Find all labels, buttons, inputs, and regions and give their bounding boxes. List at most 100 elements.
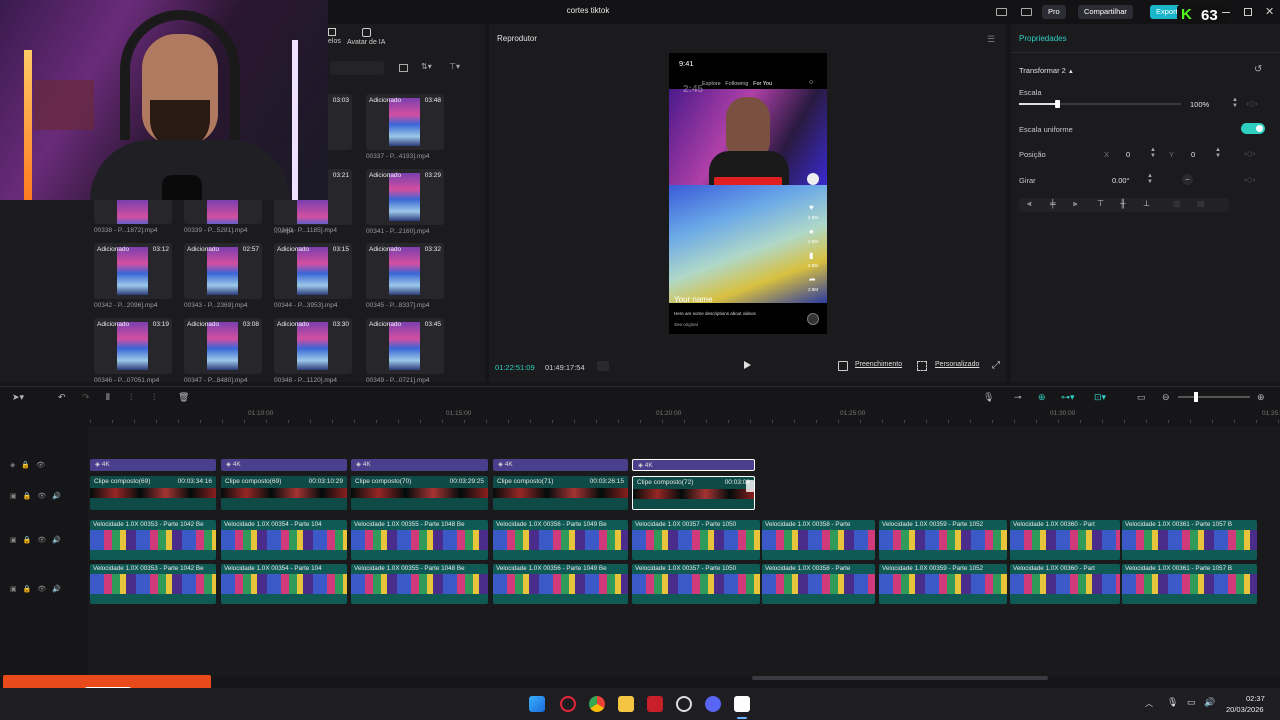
video-clip[interactable]: Velocidade 1.0X 00355 - Parte 1048 Be [351, 520, 488, 560]
video-preview[interactable]: 9:41 2:45 Explore Following For You ○ ♥ … [669, 53, 827, 334]
split-right-icon[interactable]: ⫶ [153, 392, 155, 403]
track-controls-3[interactable]: ▣🔒👁🔊 [10, 536, 67, 544]
media-clip[interactable]: 00339 - P...5281].mp4 [184, 196, 262, 234]
folder-icon[interactable] [618, 696, 634, 712]
pos-y-value[interactable]: 0 [1191, 150, 1195, 159]
media-clip[interactable]: 00338 - P...1872].mp4 [94, 196, 172, 234]
video-clip[interactable]: Velocidade 1.0X 00359 - Parte 1052 [879, 564, 1007, 604]
compound-clip[interactable]: Clipe composto(72) 00:03:08 [632, 476, 755, 510]
speaker-tray-icon[interactable]: 🔊 [1204, 697, 1215, 708]
settings-icon[interactable] [676, 696, 692, 712]
media-clip[interactable]: Adicionado 03:15 00344 - P...3953].mp4 [274, 243, 352, 309]
resolution-tag[interactable]: ◈ 4K [351, 459, 488, 471]
clock-time[interactable]: 02:37 [1246, 694, 1265, 703]
windows-start-icon[interactable] [529, 696, 545, 712]
video-clip[interactable]: Velocidade 1.0X 00357 - Parte 1050 [632, 564, 760, 604]
search-input[interactable] [330, 61, 384, 75]
capcut-icon[interactable] [734, 696, 750, 712]
fit-icon[interactable]: ▭ [1137, 392, 1146, 403]
crop-icon[interactable] [917, 361, 927, 371]
grid-view-icon[interactable] [399, 64, 408, 72]
video-clip[interactable]: Velocidade 1.0X 00353 - Parte 1042 Be [90, 564, 216, 604]
media-clip[interactable]: Adicionado 03:48 00337 - P...4193].mp4 [366, 94, 444, 160]
pos-x-value[interactable]: 0 [1126, 150, 1130, 159]
tab-models[interactable]: elos [328, 28, 341, 45]
track-link-icon[interactable]: ⊶▾ [1061, 392, 1075, 403]
align-middle-icon[interactable]: ╫ [1120, 199, 1126, 208]
pro-button[interactable]: Pro [1042, 5, 1066, 19]
zoom-knob[interactable] [1194, 392, 1198, 402]
zoom-in-icon[interactable]: ⊕ [1257, 392, 1265, 403]
rotate-stepper[interactable]: ▲ ▼ [1147, 173, 1153, 185]
video-clip[interactable]: Velocidade 1.0X 00360 - Part [1010, 520, 1120, 560]
ratio-icon[interactable] [838, 361, 848, 371]
tray-chevron-icon[interactable]: ︿ [1145, 698, 1153, 709]
pos-x-stepper[interactable]: ▲ ▼ [1150, 147, 1156, 159]
video-clip[interactable]: Velocidade 1.0X 00356 - Parte 1049 Be [493, 564, 628, 604]
select-tool-icon[interactable]: ➤▾ [12, 392, 24, 403]
video-clip[interactable]: Velocidade 1.0X 00361 - Parte 1057 B [1122, 520, 1257, 560]
magnet-icon[interactable]: ⊕ [1038, 392, 1046, 403]
track-controls-4[interactable]: ▣🔒👁🔊 [10, 585, 67, 593]
delete-icon[interactable]: 🗑 [178, 392, 189, 403]
transform-section[interactable]: Transformar 2 ▲ [1019, 66, 1074, 75]
video-clip[interactable]: Velocidade 1.0X 00355 - Parte 1048 Be [351, 564, 488, 604]
filter-icon[interactable]: ⊤▾ [449, 62, 460, 71]
media-clip[interactable]: Adicionado 03:32 00345 - P...8337].mp4 [366, 243, 444, 309]
media-clip[interactable]: Adicionado 03:12 00342 - P...2096].mp4 [94, 243, 172, 309]
microphone-icon[interactable]: 🎙 [983, 392, 994, 403]
resolution-tag[interactable]: ◈ 4K [221, 459, 347, 471]
scale-slider-knob[interactable] [1054, 100, 1060, 108]
compound-clip[interactable]: Clipe composto(69) 00:03:10:29 [221, 476, 347, 510]
video-clip[interactable]: Velocidade 1.0X 00358 - Parte [762, 520, 875, 560]
split-left-icon[interactable]: ⫶ [130, 392, 132, 403]
align-bottom-icon[interactable]: ⊥ [1143, 199, 1150, 208]
minimize-icon[interactable] [1222, 12, 1230, 13]
play-button[interactable] [744, 361, 751, 369]
rotate-dial-icon[interactable]: – [1182, 174, 1193, 185]
opera-icon[interactable] [560, 696, 576, 712]
compound-clip[interactable]: Clipe composto(70) 00:03:29:25 [351, 476, 488, 510]
scale-value[interactable]: 100% [1190, 100, 1209, 109]
media-clip[interactable]: Adicionado 03:30 00348 - P...1120].mp4 [274, 318, 352, 384]
media-clip[interactable]: Adicionado 03:08 00347 - P...8480].mp4 [184, 318, 262, 384]
timeline-ruler[interactable]: 01:10:00 01:15:00 01:20:00 01:25:00 01:30:00… [90, 406, 1280, 423]
media-clip[interactable]: Adicionado 03:29 00341 - P...2160].mp4 [366, 169, 444, 235]
app-red-icon[interactable] [647, 696, 663, 712]
timecode-format-icon[interactable] [597, 361, 609, 371]
tab-ai-avatar[interactable]: Avatar de IA [347, 28, 385, 46]
scale-stepper[interactable]: ▲ ▼ [1232, 97, 1238, 109]
close-icon[interactable]: ✕ [1265, 5, 1274, 18]
split-icon[interactable]: ⫴ [106, 392, 110, 403]
resolution-tag[interactable]: ◈ 4K [632, 459, 755, 471]
undo-icon[interactable]: ↶ [58, 392, 66, 403]
track-controls-1[interactable]: ◈🔒👁 [10, 461, 51, 469]
align-center-icon[interactable]: ╪ [1050, 199, 1056, 208]
zoom-out-icon[interactable]: ⊖ [1162, 392, 1170, 403]
rotate-keyframe-icon[interactable]: ‹◇› [1244, 175, 1255, 184]
video-clip[interactable]: Velocidade 1.0X 00361 - Parte 1057 B [1122, 564, 1257, 604]
video-clip[interactable]: Velocidade 1.0X 00360 - Part [1010, 564, 1120, 604]
scale-slider[interactable] [1019, 100, 1181, 108]
media-clip[interactable]: 00340 - P...1185].mp4 [274, 196, 352, 234]
track-controls-2[interactable]: ▣🔒👁🔊 [10, 492, 67, 500]
media-clip[interactable]: Adicionado 02:57 00343 - P...2369].mp4 [184, 243, 262, 309]
align-top-icon[interactable]: ⊤ [1097, 199, 1104, 208]
pos-y-stepper[interactable]: ▲ ▼ [1215, 147, 1221, 159]
distribute-v-icon[interactable]: ▤ [1197, 199, 1205, 208]
align-right-icon[interactable]: ⫸ [1073, 199, 1078, 209]
align-left-icon[interactable]: ⫷ [1027, 199, 1032, 209]
share-button[interactable]: Compartilhar [1078, 5, 1133, 19]
video-clip[interactable]: Velocidade 1.0X 00356 - Parte 1049 Be [493, 520, 628, 560]
video-clip[interactable]: Velocidade 1.0X 00358 - Parte [762, 564, 875, 604]
video-clip[interactable]: Velocidade 1.0X 00353 - Parte 1042 Be [90, 520, 216, 560]
maximize-icon[interactable] [1244, 8, 1252, 16]
link-icon[interactable]: ⊸ [1014, 392, 1022, 403]
fullscreen-icon[interactable]: ⤢ [992, 360, 1000, 371]
chrome-icon[interactable] [589, 696, 605, 712]
video-clip[interactable]: Velocidade 1.0X 00354 - Parte 104 [221, 520, 347, 560]
clock-date[interactable]: 20/03/2026 [1226, 705, 1264, 714]
mic-tray-icon[interactable]: 🎙 [1167, 697, 1178, 708]
sort-icon[interactable]: ⇅▾ [421, 62, 432, 71]
menu-icon[interactable] [1021, 8, 1032, 16]
